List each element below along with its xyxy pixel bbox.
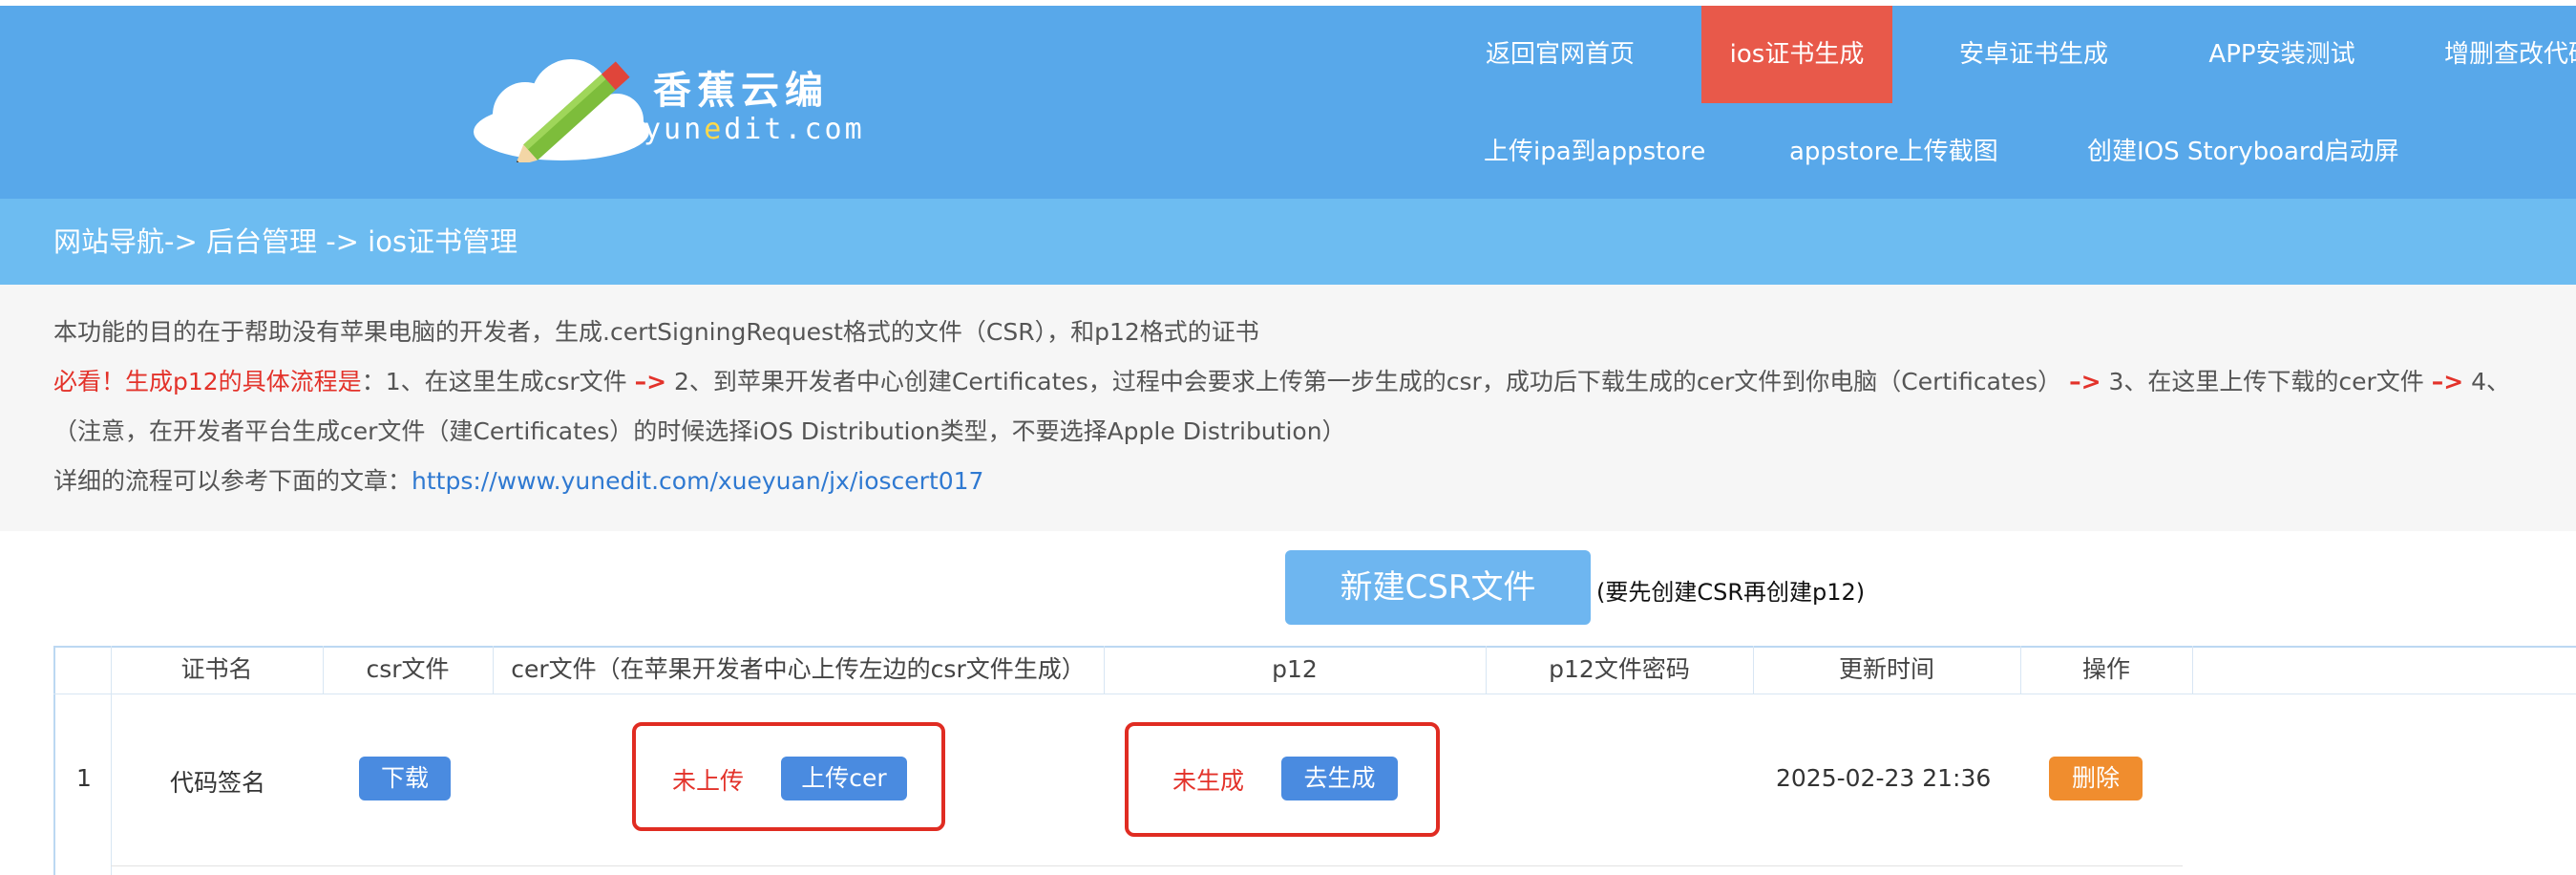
p12-status: 未生成 [1172,767,1245,795]
breadcrumb-text[interactable]: 网站导航-> 后台管理 -> ios证书管理 [53,199,517,285]
col-header-cert-name: 证书名 [180,655,253,683]
breadcrumb: 网站导航-> 后台管理 -> ios证书管理 [0,199,2576,285]
info-steps: 必看！生成p12的具体流程是：1、在这里生成csr文件 –> 2、到苹果开发者中… [53,368,2511,395]
generate-p12-button[interactable]: 去生成 [1281,757,1398,800]
cert-name: 代码签名 [170,769,266,797]
updated-time: 2025-02-23 21:36 [1776,764,1992,792]
nav-upload-ipa[interactable]: 上传ipa到appstore [1484,109,1705,195]
info-purpose: 本功能的目的在于帮助没有苹果电脑的开发者，生成.certSigningReque… [53,318,1259,346]
col-header-p12: p12 [1272,655,1318,683]
nav-app-install-test[interactable]: APP安装测试 [2188,6,2375,103]
brand-name-cn: 香蕉云编 [653,69,829,113]
site-logo[interactable]: 香蕉云编 yunedit.com [466,48,886,162]
csr-note: (要先创建CSR再创建p12) [1596,579,1866,606]
nav-android-cert[interactable]: 安卓证书生成 [1938,6,2129,103]
brand-domain: yunedit.com [644,113,865,146]
row-index: 1 [76,764,92,792]
nav-crud-code[interactable]: 增删查改代码 [2444,6,2576,103]
nav-storyboard-launch[interactable]: 创建IOS Storyboard启动屏 [2087,109,2399,195]
info-panel: 本功能的目的在于帮助没有苹果电脑的开发者，生成.certSigningReque… [0,285,2576,531]
col-header-actions: 操作 [2081,655,2130,683]
col-header-updated: 更新时间 [1838,655,1934,683]
download-csr-button[interactable]: 下载 [359,757,451,800]
info-note: （注意，在开发者平台生成cer文件（建Certificates）的时候选择iOS… [53,417,1346,445]
nav-ios-cert[interactable]: ios证书生成 [1701,6,1892,103]
col-header-p12-password: p12文件密码 [1549,655,1690,683]
nav-home[interactable]: 返回官网首页 [1465,6,1656,103]
upload-cer-button[interactable]: 上传cer [781,757,907,800]
col-header-cer: cer文件（在苹果开发者中心上传左边的csr文件生成） [511,655,1086,683]
info-reference: 详细的流程可以参考下面的文章：https://www.yunedit.com/x… [53,467,984,495]
cer-status: 未上传 [672,767,745,795]
delete-button[interactable]: 删除 [2049,757,2143,800]
nav-appstore-screenshots[interactable]: appstore上传截图 [1789,109,1998,195]
col-header-csr: csr文件 [366,655,450,683]
cloud-pencil-icon [474,59,649,162]
top-header: 香蕉云编 yunedit.com 返回官网首页 ios证书生成 安卓证书生成 A… [0,6,2576,199]
new-csr-button[interactable]: 新建CSR文件 [1285,550,1591,625]
tutorial-link[interactable]: https://www.yunedit.com/xueyuan/jx/iosce… [412,467,983,495]
